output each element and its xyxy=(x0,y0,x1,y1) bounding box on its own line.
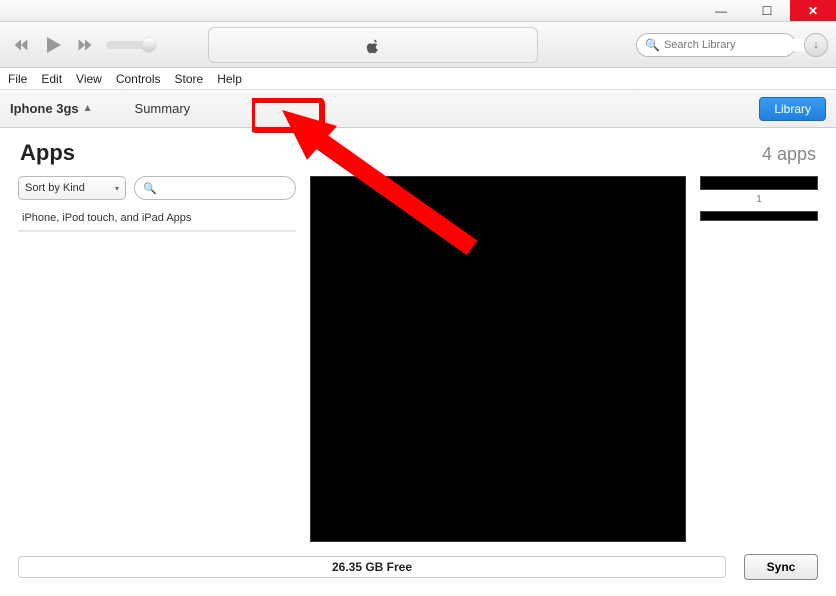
menu-file[interactable]: File xyxy=(8,72,27,86)
player-toolbar: 🔍 ↓ xyxy=(0,22,836,68)
menu-store[interactable]: Store xyxy=(175,72,204,86)
device-tabs: Iphone 3gs ▲ Summary Library xyxy=(0,90,836,128)
page-thumbnail-1[interactable] xyxy=(700,176,818,190)
apps-heading: Apps xyxy=(20,140,75,166)
apps-count: 4 apps xyxy=(762,144,816,165)
capacity-bar: 26.35 GB Free xyxy=(18,556,726,578)
device-name-label: Iphone 3gs xyxy=(10,101,79,116)
library-search[interactable]: 🔍 xyxy=(636,33,796,57)
search-input[interactable] xyxy=(664,39,806,51)
capacity-free-label: 26.35 GB Free xyxy=(332,560,412,574)
device-name[interactable]: Iphone 3gs ▲ xyxy=(10,101,93,116)
sync-button[interactable]: Sync xyxy=(744,554,818,580)
tab-summary[interactable]: Summary xyxy=(125,97,201,120)
eject-icon[interactable]: ▲ xyxy=(83,103,93,114)
next-track-button[interactable] xyxy=(72,32,98,58)
page-thumbnails: 1 xyxy=(700,176,818,542)
menu-help[interactable]: Help xyxy=(217,72,242,86)
footer: 26.35 GB Free Sync xyxy=(0,542,836,596)
home-screen-preview[interactable] xyxy=(310,176,686,542)
status-lcd xyxy=(208,27,538,63)
page-thumbnail-2[interactable] xyxy=(700,211,818,221)
menu-controls[interactable]: Controls xyxy=(116,72,161,86)
apps-sidebar: Sort by Kind ▾ 🔍 iPhone, iPod touch, and… xyxy=(18,176,296,542)
chevron-down-icon: ▾ xyxy=(115,184,119,193)
apps-list xyxy=(18,231,296,542)
page-thumbnail-1-label: 1 xyxy=(700,194,818,205)
search-icon: 🔍 xyxy=(143,182,157,195)
main-content: Apps 4 apps Sort by Kind ▾ 🔍 iPhone, iPo… xyxy=(0,128,836,542)
search-icon: 🔍 xyxy=(645,38,660,52)
library-button[interactable]: Library xyxy=(759,97,826,121)
window-minimize-button[interactable]: — xyxy=(698,0,744,21)
volume-slider[interactable] xyxy=(106,41,156,49)
sort-label: Sort by Kind xyxy=(25,182,85,194)
menubar: File Edit View Controls Store Help xyxy=(0,68,836,90)
category-heading: iPhone, iPod touch, and iPad Apps xyxy=(18,206,296,231)
menu-edit[interactable]: Edit xyxy=(41,72,62,86)
apple-logo-icon xyxy=(364,36,382,54)
prev-track-button[interactable] xyxy=(8,32,34,58)
play-button[interactable] xyxy=(38,32,68,58)
sort-dropdown[interactable]: Sort by Kind ▾ xyxy=(18,176,126,200)
menu-view[interactable]: View xyxy=(76,72,102,86)
downloads-button[interactable]: ↓ xyxy=(804,33,828,57)
playback-controls xyxy=(8,32,156,58)
volume-knob[interactable] xyxy=(142,38,156,52)
window-titlebar: — ☐ ✕ xyxy=(0,0,836,22)
window-close-button[interactable]: ✕ xyxy=(790,0,836,21)
apps-search[interactable]: 🔍 xyxy=(134,176,296,200)
window-maximize-button[interactable]: ☐ xyxy=(744,0,790,21)
